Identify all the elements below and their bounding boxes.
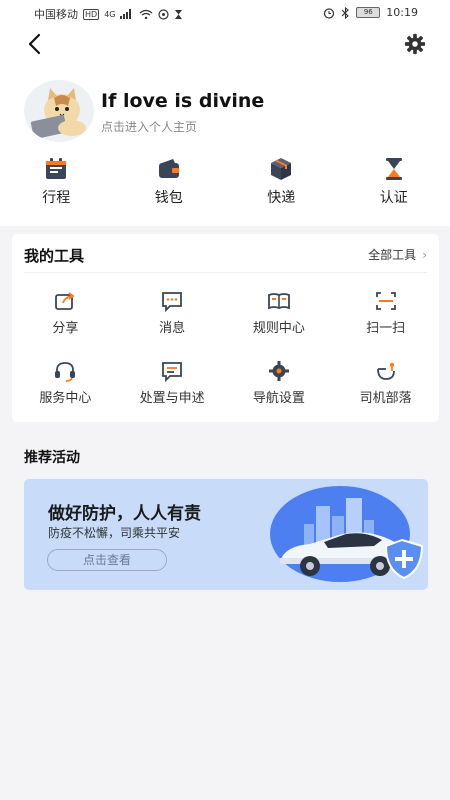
quick-action-label: 快递 bbox=[267, 190, 296, 206]
back-arrow-icon[interactable] bbox=[24, 32, 48, 56]
tools-grid: 分享 消息 规则中心 扫一扫 服务中心 处置与申述 导航设置 司机部落 bbox=[12, 290, 439, 430]
signal-icon bbox=[120, 9, 132, 19]
recommend-title: 推荐活动 bbox=[24, 450, 80, 466]
quick-action-label: 行程 bbox=[42, 190, 71, 206]
username[interactable]: If love is divine bbox=[101, 90, 264, 112]
my-tools-title: 我的工具 bbox=[24, 247, 85, 265]
tool-label: 导航设置 bbox=[252, 391, 305, 406]
wifi-icon bbox=[140, 9, 153, 19]
cat-avatar-image bbox=[30, 88, 86, 139]
navigation-gear-icon bbox=[268, 361, 289, 381]
hd-badge: HD bbox=[83, 8, 100, 20]
car-shield-illustration bbox=[270, 486, 424, 582]
calendar-icon bbox=[46, 158, 67, 179]
hourglass-status-icon bbox=[175, 9, 183, 19]
chevron-right-icon: › bbox=[422, 248, 427, 262]
banner-title: 做好防护，人人有责 bbox=[48, 504, 201, 524]
quick-action-wallet[interactable]: 钱包 bbox=[113, 156, 226, 207]
tool-label: 消息 bbox=[159, 321, 186, 336]
package-icon bbox=[271, 158, 292, 180]
tool-driver-tribe[interactable]: 司机部落 bbox=[332, 360, 439, 430]
tool-label: 扫一扫 bbox=[366, 321, 406, 336]
headset-icon bbox=[55, 362, 76, 382]
tool-messages[interactable]: 消息 bbox=[119, 290, 226, 360]
book-icon bbox=[267, 293, 290, 310]
activity-banner[interactable]: 做好防护，人人有责 防疫不松懈，司乘共平安 点击查看 bbox=[24, 479, 428, 590]
all-tools-label: 全部工具 bbox=[368, 248, 417, 262]
appeal-icon bbox=[162, 362, 183, 382]
tribe-icon bbox=[376, 362, 395, 380]
bluetooth-icon bbox=[341, 6, 350, 19]
message-icon bbox=[162, 292, 183, 312]
scan-icon bbox=[375, 292, 396, 310]
tool-rules-center[interactable]: 规则中心 bbox=[226, 290, 333, 360]
tool-label: 司机部落 bbox=[359, 391, 412, 406]
hotspot-icon bbox=[158, 8, 170, 20]
divider bbox=[24, 272, 427, 273]
all-tools-link[interactable]: 全部工具 › bbox=[368, 246, 427, 263]
carrier-label: 中国移动 bbox=[34, 8, 78, 21]
quick-action-label: 认证 bbox=[379, 190, 408, 206]
clock-label: 10:19 bbox=[386, 6, 418, 19]
wallet-icon bbox=[158, 159, 179, 178]
settings-gear-icon[interactable] bbox=[404, 33, 426, 55]
quick-action-express[interactable]: 快递 bbox=[225, 156, 338, 207]
hourglass-icon bbox=[385, 158, 402, 180]
tool-appeal[interactable]: 处置与申述 bbox=[119, 360, 226, 430]
profile-subtitle[interactable]: 点击进入个人主页 bbox=[101, 118, 197, 135]
quick-action-label: 钱包 bbox=[154, 190, 183, 206]
banner-subtitle: 防疫不松懈，司乘共平安 bbox=[48, 526, 181, 540]
alarm-icon bbox=[324, 7, 335, 19]
quick-action-verify[interactable]: 认证 bbox=[338, 156, 450, 207]
tool-label: 分享 bbox=[52, 321, 79, 336]
quick-actions: 行程 钱包 快递 认证 bbox=[0, 156, 450, 207]
status-bar: 中国移动 HD 4G 96 10:19 bbox=[0, 0, 450, 26]
share-icon bbox=[55, 292, 75, 310]
quick-action-trips[interactable]: 行程 bbox=[0, 156, 113, 207]
tool-scan[interactable]: 扫一扫 bbox=[332, 290, 439, 360]
tool-label: 规则中心 bbox=[252, 321, 305, 336]
tool-label: 处置与申述 bbox=[139, 391, 205, 406]
avatar[interactable] bbox=[24, 80, 94, 142]
network-label: 4G bbox=[104, 9, 116, 19]
tool-service-center[interactable]: 服务中心 bbox=[12, 360, 119, 430]
tool-label: 服务中心 bbox=[39, 391, 92, 406]
view-button[interactable]: 点击查看 bbox=[47, 549, 167, 571]
tool-navigation-settings[interactable]: 导航设置 bbox=[226, 360, 333, 430]
my-tools-card: 我的工具 全部工具 › 分享 消息 规则中心 扫一扫 服务中心 处置与申述 导航… bbox=[12, 234, 439, 422]
tool-share[interactable]: 分享 bbox=[12, 290, 119, 360]
battery-icon: 96 bbox=[356, 7, 381, 18]
